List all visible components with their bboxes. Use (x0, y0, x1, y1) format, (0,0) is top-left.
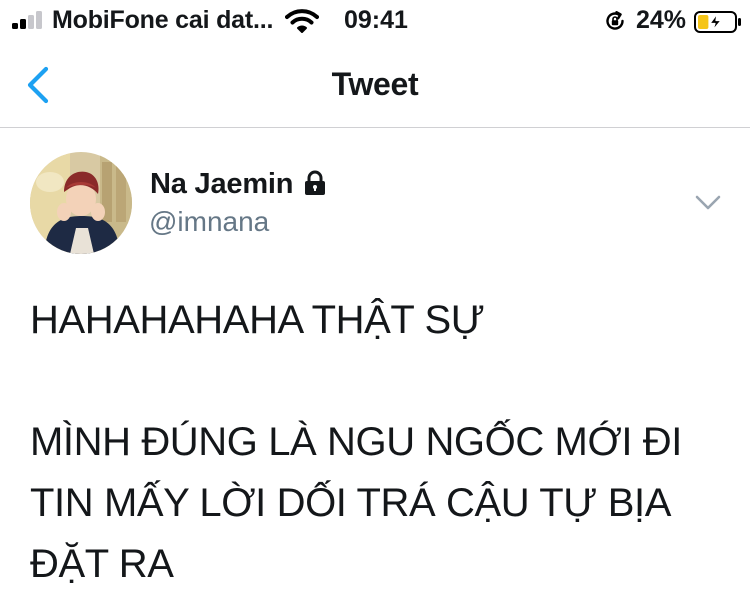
status-time: 09:41 (344, 6, 408, 34)
battery-charging-icon (694, 11, 741, 33)
tweet-line: TIN MẤY LỜI DỐI TRÁ CẬU TỰ BỊA (30, 481, 672, 525)
status-bar: MobiFone cai dat... 09:41 24% (0, 0, 750, 40)
tweet-line: MÌNH ĐÚNG LÀ NGU NGỐC MỚI ĐI (30, 420, 683, 464)
battery-percentage: 24% (636, 6, 687, 34)
page-title: Tweet (331, 66, 419, 102)
wifi-icon (285, 9, 319, 33)
lock-icon (305, 170, 326, 195)
chevron-down-icon[interactable] (694, 194, 722, 212)
tweet-line: HAHAHAHAHA THẬT SỰ (30, 298, 485, 342)
tweet-line (30, 351, 730, 412)
display-name: Na Jaemin (150, 168, 294, 200)
cellular-signal-icon (12, 11, 44, 29)
tweet-line: ĐẶT RA (30, 542, 174, 586)
tweet-text: HAHAHAHAHA THẬT SỰ MÌNH ĐÚNG LÀ NGU NGỐC… (30, 290, 730, 595)
rotation-lock-icon (606, 11, 624, 30)
navigation-bar: Tweet (0, 40, 750, 128)
avatar[interactable] (30, 152, 132, 254)
author-name-row[interactable]: Na Jaemin (150, 168, 329, 201)
author-handle[interactable]: @imnana (149, 206, 269, 238)
carrier-name: MobiFone cai dat... (52, 6, 274, 34)
